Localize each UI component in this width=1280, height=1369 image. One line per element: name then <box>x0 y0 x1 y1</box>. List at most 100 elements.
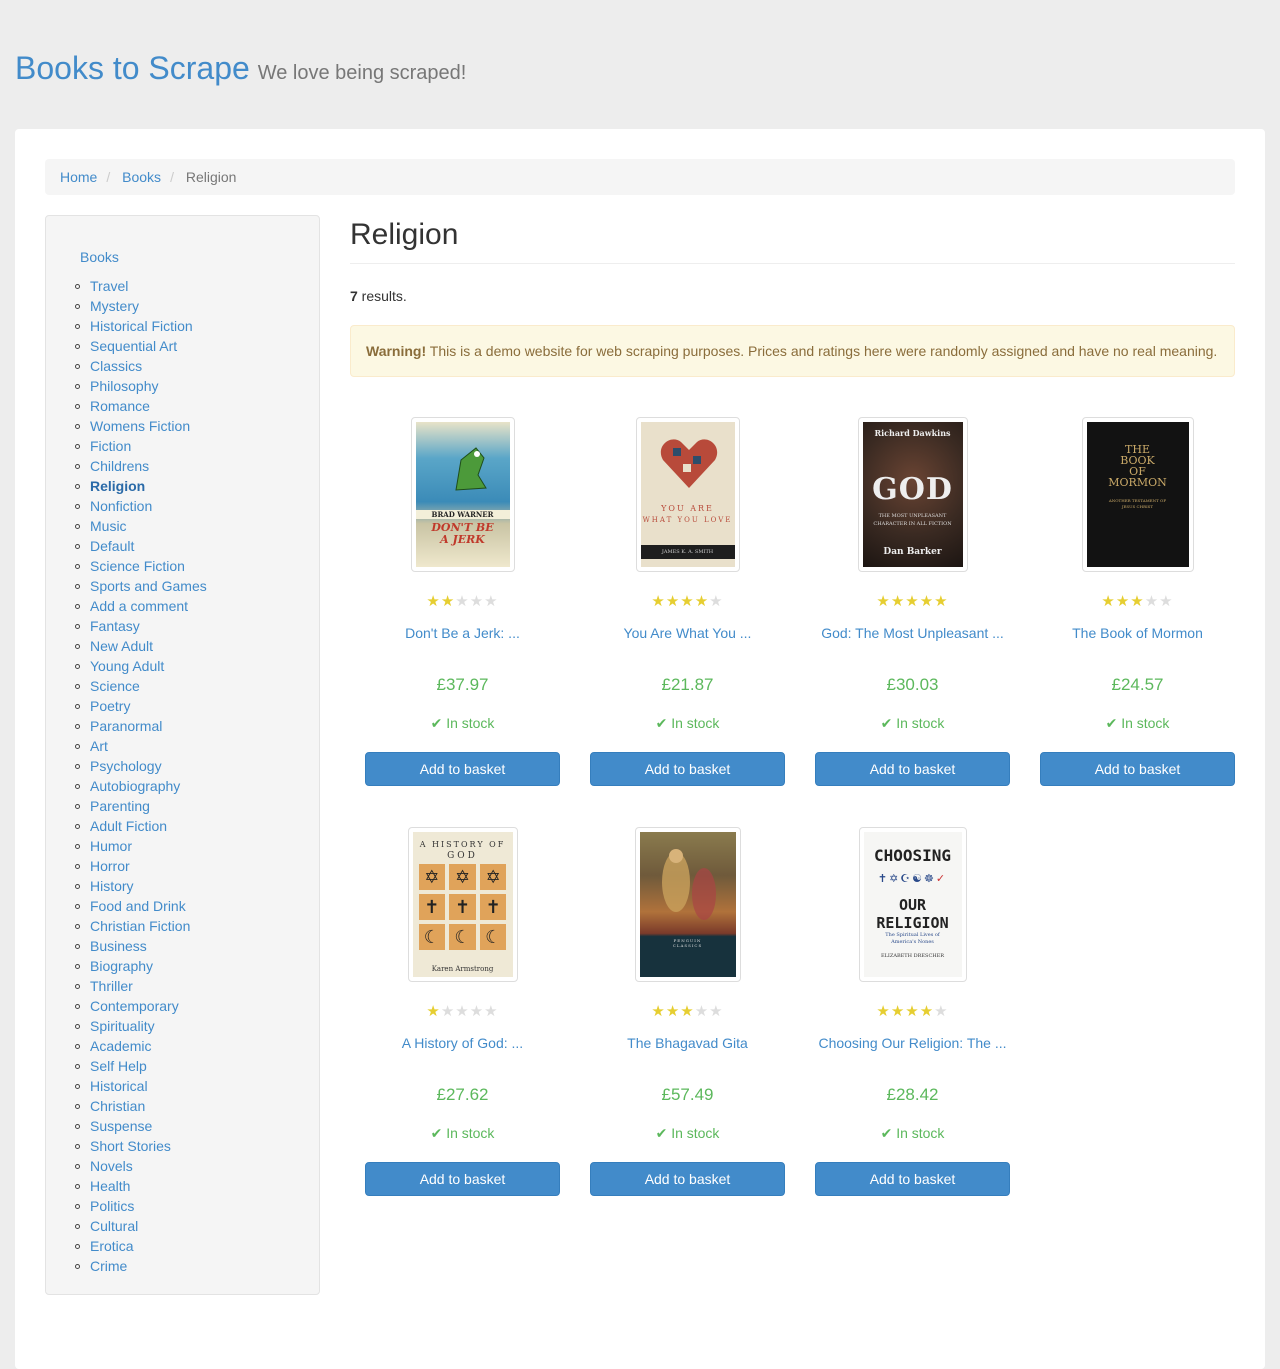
category-link[interactable]: History <box>90 878 134 894</box>
cover-symbols: ✡ ✡ ✡ ✝ ✝ ✝ ☾ ☾ ☾ <box>418 864 507 950</box>
book-thumbnail[interactable]: CHOOSING ✝✡☪☯☸✓ OUR RELIGION The Spiritu… <box>858 827 967 982</box>
category-link[interactable]: Fantasy <box>90 618 140 634</box>
sidebar-item-christian-fiction: Christian Fiction <box>75 916 207 936</box>
category-link[interactable]: Fiction <box>90 438 131 454</box>
stock-label: In stock <box>1121 715 1170 731</box>
category-link[interactable]: Art <box>90 738 108 754</box>
book-title-link[interactable]: Choosing Our Religion: The ... <box>818 1035 1006 1051</box>
category-link[interactable]: Christian <box>90 1098 145 1114</box>
book-thumbnail[interactable]: PENGUIN CLASSICS <box>634 827 741 982</box>
category-link[interactable]: Business <box>90 938 147 954</box>
add-to-basket-button[interactable]: Add to basket <box>815 1162 1010 1196</box>
category-link[interactable]: Novels <box>90 1158 133 1174</box>
book-title-link[interactable]: The Book of Mormon <box>1072 625 1203 641</box>
add-to-basket-button[interactable]: Add to basket <box>1040 752 1235 786</box>
category-link[interactable]: Christian Fiction <box>90 918 190 934</box>
category-link[interactable]: Historical Fiction <box>90 318 193 334</box>
book-title-link[interactable]: God: The Most Unpleasant ... <box>821 625 1004 641</box>
category-link[interactable]: Suspense <box>90 1118 152 1134</box>
breadcrumb-home[interactable]: Home <box>60 169 97 185</box>
book-thumbnail[interactable]: BRAD WARNER DON'T BE A JERK <box>410 417 515 572</box>
category-link[interactable]: Psychology <box>90 758 162 774</box>
star-icon: ★ <box>1101 593 1116 610</box>
category-link[interactable]: Humor <box>90 838 132 854</box>
category-link[interactable]: Romance <box>90 398 150 414</box>
category-link[interactable]: Childrens <box>90 458 149 474</box>
warning-alert: Warning! This is a demo website for web … <box>350 325 1235 377</box>
sidebar-item-contemporary: Contemporary <box>75 996 207 1016</box>
add-to-basket-button[interactable]: Add to basket <box>590 752 785 786</box>
category-link[interactable]: Science Fiction <box>90 558 185 574</box>
category-link[interactable]: Biography <box>90 958 153 974</box>
add-to-basket-button[interactable]: Add to basket <box>590 1162 785 1196</box>
category-link[interactable]: Young Adult <box>90 658 164 674</box>
title-divider <box>350 263 1235 264</box>
sidebar-item-biography: Biography <box>75 956 207 976</box>
book-title-link[interactable]: The Bhagavad Gita <box>627 1035 748 1051</box>
category-link[interactable]: Nonfiction <box>90 498 152 514</box>
category-link[interactable]: Erotica <box>90 1238 134 1254</box>
category-link[interactable]: Default <box>90 538 134 554</box>
category-list: Travel Mystery Historical Fiction Sequentia… <box>75 276 207 1276</box>
sidebar-item-history: History <box>75 876 207 896</box>
category-link[interactable]: Short Stories <box>90 1138 171 1154</box>
book-title-link[interactable]: You Are What You ... <box>624 625 752 641</box>
category-link[interactable]: Philosophy <box>90 378 159 394</box>
category-link[interactable]: Thriller <box>90 978 133 994</box>
category-link[interactable]: Crime <box>90 1258 127 1274</box>
category-link[interactable]: Religion <box>90 478 145 494</box>
category-link[interactable]: Womens Fiction <box>90 418 190 434</box>
category-link[interactable]: Sequential Art <box>90 338 177 354</box>
brand-link[interactable]: Books to Scrape <box>15 50 250 86</box>
category-link[interactable]: New Adult <box>90 638 153 654</box>
category-link[interactable]: Politics <box>90 1198 134 1214</box>
cover-text: Karen Armstrong <box>431 965 494 973</box>
star-icon: ★ <box>469 593 485 610</box>
book-title-link[interactable]: Don't Be a Jerk: ... <box>405 625 520 641</box>
breadcrumb-books[interactable]: Books <box>122 169 161 185</box>
category-link[interactable]: Cultural <box>90 1218 138 1234</box>
category-link[interactable]: Adult Fiction <box>90 818 167 834</box>
sidebar-item-default: Default <box>75 536 207 556</box>
category-link[interactable]: Poetry <box>90 698 130 714</box>
add-to-basket-button[interactable]: Add to basket <box>815 752 1010 786</box>
book-thumbnail[interactable]: A HISTORY OF GOD ✡ ✡ ✡ ✝ ✝ ✝ ☾ ☾ ☾ Karen… <box>407 827 518 982</box>
results-label: results. <box>357 288 407 304</box>
category-link[interactable]: Travel <box>90 278 128 294</box>
category-link[interactable]: Academic <box>90 1038 151 1054</box>
star-icon: ★ <box>455 593 470 610</box>
category-link[interactable]: Contemporary <box>90 998 179 1014</box>
category-link[interactable]: Horror <box>90 858 130 874</box>
book-thumbnail[interactable]: Richard Dawkins GOD THE MOST UNPLEASANT … <box>857 417 968 572</box>
book-thumbnail[interactable]: YOU ARE WHAT YOU LOVE JAMES K. A. SMITH <box>635 417 740 572</box>
category-link[interactable]: Science <box>90 678 140 694</box>
sidebar-item-fiction: Fiction <box>75 436 207 456</box>
book-title-link[interactable]: A History of God: ... <box>402 1035 523 1051</box>
star-rating: ★★★★★ <box>1040 594 1235 610</box>
category-link[interactable]: Historical <box>90 1078 148 1094</box>
add-to-basket-button[interactable]: Add to basket <box>365 752 560 786</box>
star-icon: ★ <box>905 593 920 610</box>
category-link[interactable]: Food and Drink <box>90 898 186 914</box>
add-to-basket-button[interactable]: Add to basket <box>365 1162 560 1196</box>
category-link[interactable]: Autobiography <box>90 778 180 794</box>
category-link[interactable]: Music <box>90 518 127 534</box>
book-thumbnail[interactable]: THE BOOK OF MORMON ANOTHER TESTAMENT OF … <box>1081 417 1194 572</box>
category-link[interactable]: Spirituality <box>90 1018 155 1034</box>
results-number: 7 <box>350 288 358 304</box>
category-link[interactable]: Add a comment <box>90 598 188 614</box>
category-link[interactable]: Sports and Games <box>90 578 207 594</box>
sidebar-root-books[interactable]: Books <box>80 247 119 267</box>
star-icon: ★ <box>890 1003 906 1020</box>
star-icon: ★ <box>890 593 906 610</box>
sidebar-item-novels: Novels <box>75 1156 207 1176</box>
cover-text: THE MOST UNPLEASANT CHARACTER IN ALL FIC… <box>873 513 952 527</box>
category-link[interactable]: Parenting <box>90 798 150 814</box>
check-icon: ✔ <box>655 715 668 731</box>
category-link[interactable]: Classics <box>90 358 142 374</box>
category-link[interactable]: Self Help <box>90 1058 147 1074</box>
category-link[interactable]: Paranormal <box>90 718 162 734</box>
cover-text: BRAD WARNER <box>415 510 510 519</box>
category-link[interactable]: Mystery <box>90 298 139 314</box>
category-link[interactable]: Health <box>90 1178 130 1194</box>
